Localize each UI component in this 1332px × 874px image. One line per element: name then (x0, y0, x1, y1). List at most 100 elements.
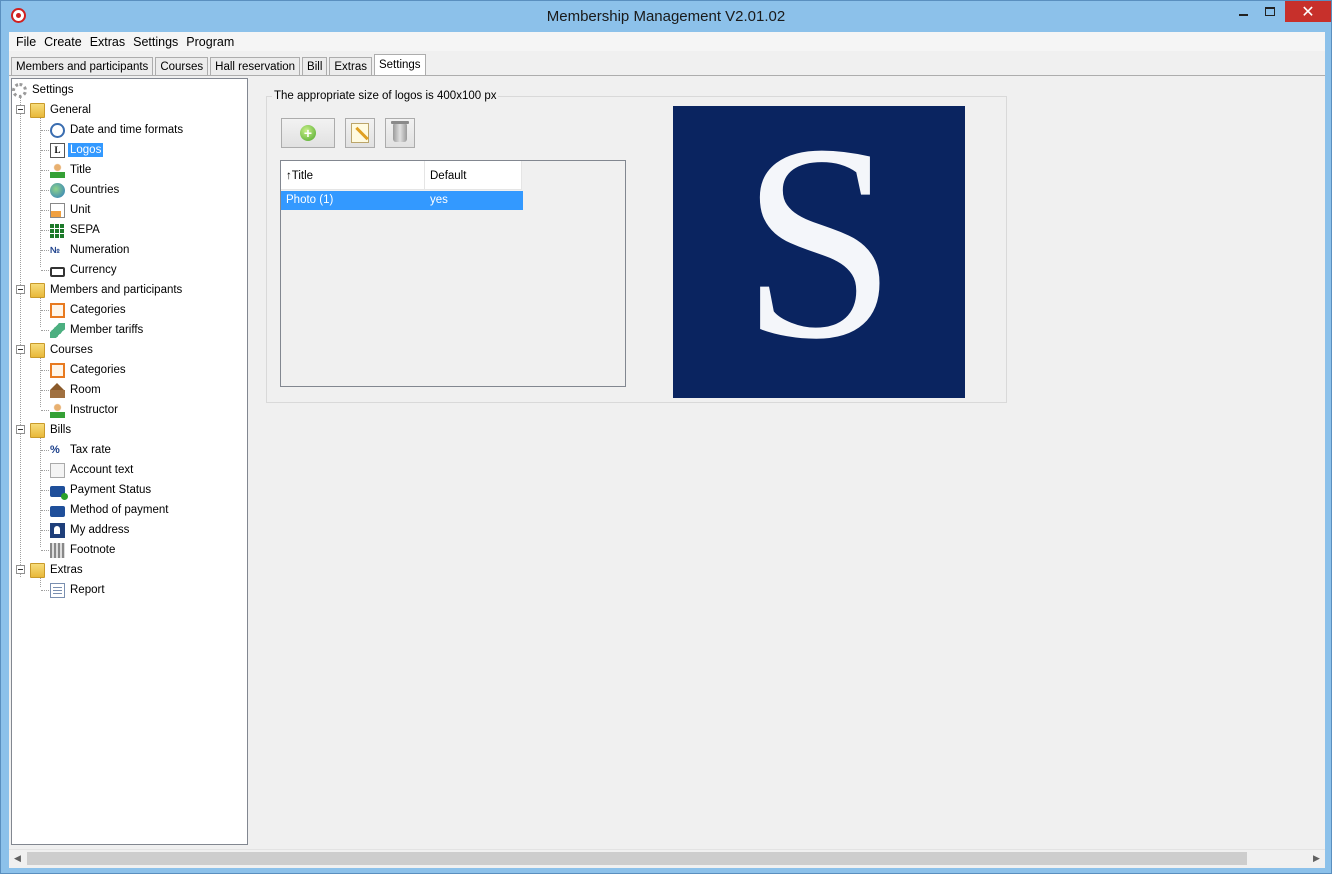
tree-node-tax-rate[interactable]: % Tax rate (50, 441, 113, 459)
numero-icon: № (50, 244, 61, 255)
app-window: Membership Management V2.01.02 ✕ File Cr… (0, 0, 1332, 874)
collapse-toggle[interactable] (16, 565, 25, 574)
menu-create[interactable]: Create (40, 35, 86, 49)
percent-icon: % (50, 443, 60, 456)
logo-preview-letter: S (741, 106, 897, 397)
menu-settings[interactable]: Settings (129, 35, 182, 49)
tree-connector (41, 330, 49, 331)
tree-node-members-and-participants[interactable]: Members and participants (30, 281, 184, 299)
tree-node-courses[interactable]: Courses (30, 341, 95, 359)
close-button[interactable]: ✕ (1285, 1, 1331, 22)
tree-connector (40, 117, 41, 267)
scroll-right-icon[interactable]: ▶ (1308, 850, 1325, 867)
edit-logo-button[interactable] (345, 118, 375, 148)
tree-label: Settings (32, 84, 74, 96)
tree-connector (41, 390, 49, 391)
title-bar[interactable]: Membership Management V2.01.02 ✕ (1, 1, 1331, 32)
tree-node-sepa[interactable]: SEPA (50, 221, 102, 239)
tab-settings[interactable]: Settings (373, 54, 426, 76)
tree-node-currency[interactable]: Currency (50, 261, 119, 279)
column-header-label: Default (430, 170, 467, 182)
table-row[interactable]: Photo (1) yes (281, 191, 523, 210)
tree-node-my-address[interactable]: My address (50, 521, 131, 539)
minimize-icon (1238, 13, 1248, 16)
tree-node-settings[interactable]: Settings (12, 81, 76, 99)
tree-label: Title (70, 164, 92, 176)
cell-default: yes (430, 194, 448, 206)
add-logo-button[interactable]: + (281, 118, 335, 148)
categories-icon (50, 302, 65, 318)
minimize-button[interactable] (1229, 1, 1257, 22)
maximize-button[interactable] (1257, 1, 1283, 22)
folder-icon (30, 422, 45, 438)
tree-node-title[interactable]: Title (50, 161, 93, 179)
tree-label: Numeration (70, 244, 130, 256)
tree-connector (41, 270, 49, 271)
tree-connector (40, 357, 41, 407)
horizontal-scrollbar[interactable]: ◀ ▶ (9, 849, 1325, 866)
tree-label: Method of payment (70, 504, 169, 516)
window-title: Membership Management V2.01.02 (546, 8, 786, 25)
collapse-toggle[interactable] (16, 105, 25, 114)
menu-file[interactable]: File (12, 35, 40, 49)
tree-node-logos[interactable]: L Logos (50, 141, 104, 159)
tree-node-general[interactable]: General (30, 101, 93, 119)
tree-node-account-text[interactable]: Account text (50, 461, 135, 479)
tree-node-numeration[interactable]: № Numeration (50, 241, 131, 259)
tree-node-course-categories[interactable]: Categories (50, 361, 128, 379)
tree-node-countries[interactable]: Countries (50, 181, 121, 199)
tree-node-report[interactable]: Report (50, 581, 107, 599)
tree-label: Bills (50, 424, 72, 436)
tree-node-unit[interactable]: Unit (50, 201, 92, 219)
tree-node-room[interactable]: Room (50, 381, 103, 399)
scroll-left-icon[interactable]: ◀ (9, 850, 26, 867)
column-header-title[interactable]: ↑ Title (281, 161, 425, 190)
tree-label: Categories (70, 364, 126, 376)
tree-node-payment-status[interactable]: Payment Status (50, 481, 153, 500)
tree-node-date-time-formats[interactable]: Date and time formats (50, 121, 185, 139)
tree-node-method-of-payment[interactable]: Method of payment (50, 501, 170, 519)
tree-node-footnote[interactable]: Footnote (50, 541, 117, 559)
scrollbar-thumb[interactable] (27, 852, 1247, 865)
logos-group-title: The appropriate size of logos is 400x100… (272, 90, 499, 102)
delete-logo-button[interactable] (385, 118, 415, 148)
tree-node-member-tariffs[interactable]: Member tariffs (50, 321, 145, 339)
logos-table[interactable]: ↑ Title Default Photo (1) yes (280, 160, 626, 387)
tree-connector (20, 97, 21, 577)
collapse-toggle[interactable] (16, 285, 25, 294)
maximize-icon (1265, 7, 1275, 16)
tree-label: Members and participants (50, 284, 183, 296)
settings-tree[interactable]: Settings General Date and time formats L… (11, 78, 248, 845)
gear-icon (12, 82, 27, 98)
menu-extras[interactable]: Extras (86, 35, 129, 49)
tree-node-member-categories[interactable]: Categories (50, 301, 128, 319)
tree-label: Date and time formats (70, 124, 184, 136)
tab-members-and-participants[interactable]: Members and participants (11, 57, 154, 76)
tree-label: Account text (70, 464, 134, 476)
menu-bar: File Create Extras Settings Program (9, 32, 1325, 51)
tab-hall-reservation[interactable]: Hall reservation (210, 57, 301, 76)
tab-extras[interactable]: Extras (329, 57, 372, 76)
folder-icon (30, 282, 45, 298)
payment-status-icon (50, 485, 68, 500)
tree-node-bills[interactable]: Bills (30, 421, 73, 439)
tree-connector (41, 590, 49, 591)
column-header-default[interactable]: Default (425, 161, 522, 190)
folder-icon (30, 102, 45, 118)
tree-node-instructor[interactable]: Instructor (50, 401, 120, 419)
tab-courses[interactable]: Courses (155, 57, 209, 76)
tree-node-extras[interactable]: Extras (30, 561, 85, 579)
tree-connector (40, 297, 41, 327)
tree-connector (41, 470, 49, 471)
tree-label: Member tariffs (70, 324, 144, 336)
collapse-toggle[interactable] (16, 345, 25, 354)
tree-label: Courses (50, 344, 93, 356)
close-icon: ✕ (1301, 3, 1315, 21)
tree-label: Countries (70, 184, 120, 196)
tab-bill[interactable]: Bill (302, 57, 328, 76)
trash-icon (391, 121, 409, 142)
menu-program[interactable]: Program (182, 35, 238, 49)
collapse-toggle[interactable] (16, 425, 25, 434)
tree-connector (41, 410, 49, 411)
tree-label: Instructor (70, 404, 118, 416)
